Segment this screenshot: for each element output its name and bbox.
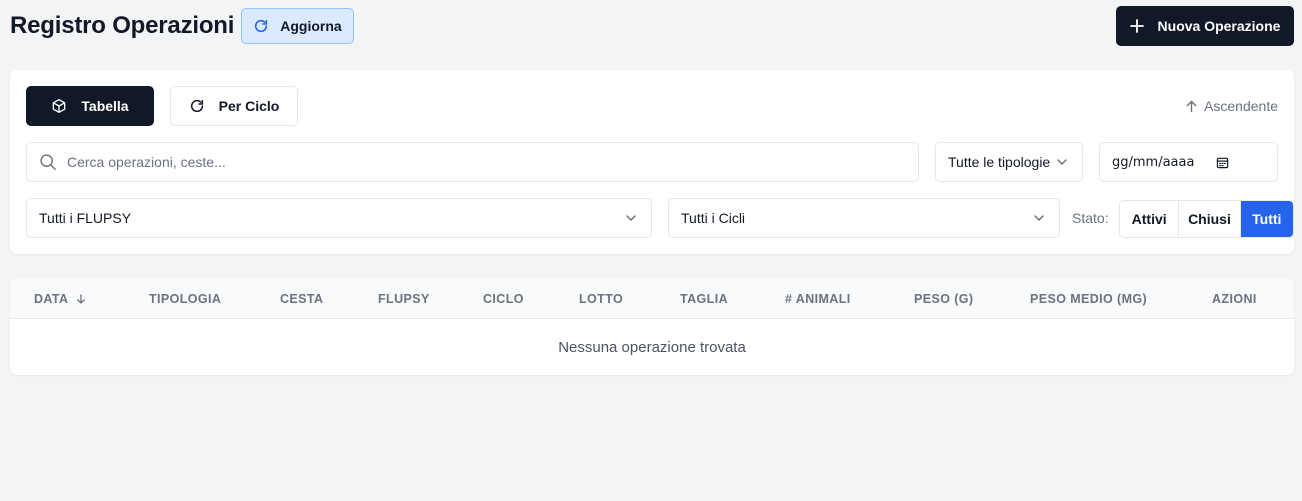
date-input[interactable]: gg/mm/aaaa	[1099, 142, 1278, 182]
view-table-label: Tabella	[81, 98, 129, 114]
cube-icon	[53, 99, 66, 113]
operations-table: DATA TIPOLOGIA CESTA FLUPSY CICLO LOTTO …	[10, 278, 1294, 375]
column-header-cesta[interactable]: CESTA	[280, 292, 323, 306]
search-icon	[40, 154, 56, 170]
chevron-down-icon	[1057, 159, 1067, 165]
operation-type-select[interactable]: Tutte le tipologie	[935, 142, 1083, 182]
table-header: DATA TIPOLOGIA CESTA FLUPSY CICLO LOTTO …	[10, 278, 1294, 319]
column-header-taglia[interactable]: TAGLIA	[680, 292, 728, 306]
column-header-peso[interactable]: PESO (G)	[914, 292, 973, 306]
column-header-azioni: AZIONI	[1212, 292, 1257, 306]
view-cycle-label: Per Ciclo	[218, 98, 280, 114]
column-header-data[interactable]: DATA	[34, 292, 86, 306]
state-active-button[interactable]: Attivi	[1120, 201, 1180, 237]
column-header-animali[interactable]: # ANIMALI	[785, 292, 851, 306]
column-header-tipologia[interactable]: TIPOLOGIA	[149, 292, 221, 306]
chevron-down-icon	[626, 215, 636, 221]
filter-panel: Tabella Per Ciclo Ascendente Tutte le ti…	[10, 70, 1294, 254]
refresh-icon	[255, 19, 268, 33]
sort-order-toggle[interactable]: Ascendente	[1185, 98, 1278, 114]
new-operation-button[interactable]: Nuova Operazione	[1116, 6, 1294, 46]
chevron-down-icon	[1034, 215, 1044, 221]
new-operation-label: Nuova Operazione	[1157, 18, 1281, 34]
empty-table-message: Nessuna operazione trovata	[558, 339, 746, 356]
state-closed-button[interactable]: Chiusi	[1179, 201, 1241, 237]
state-filter-group: Attivi Chiusi Tutti	[1119, 200, 1294, 238]
calendar-icon[interactable]	[1216, 156, 1229, 169]
search-box	[26, 142, 919, 182]
refresh-button[interactable]: Aggiorna	[241, 8, 354, 44]
arrow-down-icon	[77, 294, 86, 304]
flupsy-select-value: Tutti i FLUPSY	[39, 210, 132, 226]
arrow-up-icon	[1186, 100, 1197, 112]
cycle-select-value: Tutti i Cicli	[681, 210, 746, 226]
page-title: Registro Operazioni	[10, 12, 235, 39]
cycle-select[interactable]: Tutti i Cicli	[668, 198, 1060, 238]
column-header-flupsy[interactable]: FLUPSY	[378, 292, 430, 306]
date-input-placeholder: gg/mm/aaaa	[1112, 154, 1195, 170]
refresh-button-label: Aggiorna	[280, 18, 342, 34]
flupsy-select[interactable]: Tutti i FLUPSY	[26, 198, 652, 238]
column-header-peso-medio[interactable]: PESO MEDIO (MG)	[1030, 292, 1147, 306]
view-table-button[interactable]: Tabella	[26, 86, 154, 126]
cycle-icon	[190, 99, 203, 113]
plus-icon	[1129, 19, 1144, 33]
search-input[interactable]	[67, 154, 918, 170]
sort-order-label: Ascendente	[1204, 98, 1278, 114]
state-all-button[interactable]: Tutti	[1240, 201, 1293, 237]
column-header-lotto[interactable]: LOTTO	[579, 292, 623, 306]
view-cycle-button[interactable]: Per Ciclo	[170, 86, 298, 126]
state-filter-label: Stato:	[1072, 210, 1109, 226]
column-header-ciclo[interactable]: CICLO	[483, 292, 524, 306]
operation-type-value: Tutte le tipologie	[948, 154, 1050, 170]
column-header-label: DATA	[34, 292, 69, 306]
page-header: Registro Operazioni Aggiorna Nuova Opera…	[10, 6, 1294, 46]
